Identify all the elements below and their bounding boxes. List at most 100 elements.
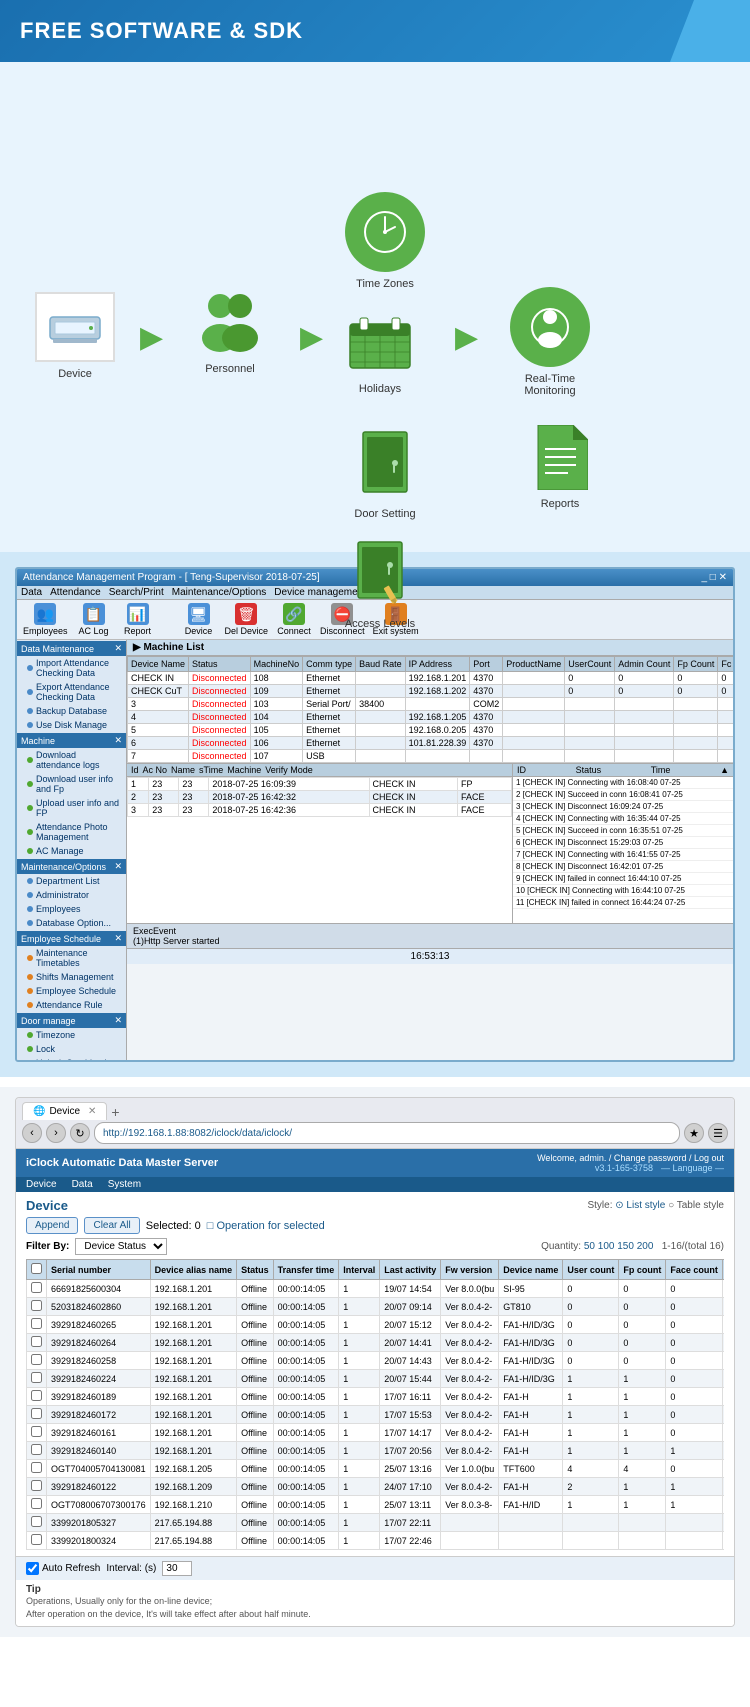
- row-checkbox-cell[interactable]: [27, 1370, 47, 1388]
- new-tab-btn[interactable]: +: [111, 1104, 119, 1120]
- list-item[interactable]: 3399201800324217.65.194.88Offline00:00:1…: [27, 1532, 725, 1550]
- row-checkbox-cell[interactable]: [27, 1460, 47, 1478]
- log-row[interactable]: 123232018-07-25 16:09:39CHECK INFP: [128, 778, 512, 791]
- sidebar-section-machine[interactable]: Machine✕: [17, 733, 126, 748]
- row-checkbox-cell[interactable]: [27, 1424, 47, 1442]
- sidebar-section-data[interactable]: Data Maintenance✕: [17, 641, 126, 656]
- table-row[interactable]: CHECK CuTDisconnected109Ethernet192.168.…: [128, 685, 734, 698]
- row-checkbox[interactable]: [31, 1534, 42, 1545]
- row-checkbox[interactable]: [31, 1300, 42, 1311]
- menu-attendance[interactable]: Attendance: [50, 587, 101, 598]
- row-checkbox-cell[interactable]: [27, 1496, 47, 1514]
- row-checkbox-cell[interactable]: [27, 1334, 47, 1352]
- list-item[interactable]: 3929182460161192.168.1.201Offline00:00:1…: [27, 1424, 725, 1442]
- sidebar-dl-logs[interactable]: Download attendance logs: [17, 748, 126, 772]
- row-checkbox-cell[interactable]: [27, 1478, 47, 1496]
- row-checkbox[interactable]: [31, 1336, 42, 1347]
- qty-150[interactable]: 150: [617, 1241, 634, 1252]
- row-checkbox-cell[interactable]: [27, 1298, 47, 1316]
- sidebar-timetable[interactable]: Maintenance Timetables: [17, 946, 126, 970]
- machine-table-wrapper[interactable]: Device Name Status MachineNo Comm type B…: [127, 656, 733, 763]
- sidebar-db-option[interactable]: Database Option...: [17, 916, 126, 930]
- table-row[interactable]: CHECK INDisconnected108Ethernet192.168.1…: [128, 672, 734, 685]
- row-checkbox[interactable]: [31, 1444, 42, 1455]
- btn-device[interactable]: 🖥 Device: [181, 603, 217, 636]
- row-checkbox-cell[interactable]: [27, 1442, 47, 1460]
- list-item[interactable]: OGT708006707300176192.168.1.210Offline00…: [27, 1496, 725, 1514]
- row-checkbox-cell[interactable]: [27, 1406, 47, 1424]
- nav-menu-system[interactable]: System: [108, 1179, 141, 1190]
- table-row[interactable]: 7Disconnected107USB3204: [128, 750, 734, 763]
- refresh-btn[interactable]: ↻: [70, 1123, 90, 1143]
- menu-maintenance[interactable]: Maintenance/Options: [172, 587, 267, 598]
- sidebar-admin[interactable]: Administrator: [17, 888, 126, 902]
- table-row[interactable]: 3Disconnected103Serial Port/38400COM2: [128, 698, 734, 711]
- sidebar-section-door[interactable]: Door manage✕: [17, 1013, 126, 1028]
- row-checkbox-cell[interactable]: [27, 1532, 47, 1550]
- list-item[interactable]: 3929182460258192.168.1.201Offline00:00:1…: [27, 1352, 725, 1370]
- row-checkbox-cell[interactable]: [27, 1388, 47, 1406]
- url-bar[interactable]: http://192.168.1.88:8082/iclock/data/icl…: [94, 1122, 680, 1144]
- qty-50[interactable]: 50: [584, 1241, 595, 1252]
- menu-search[interactable]: Search/Print: [109, 587, 164, 598]
- qty-100[interactable]: 100: [598, 1241, 615, 1252]
- list-item[interactable]: 3929182460172192.168.1.201Offline00:00:1…: [27, 1406, 725, 1424]
- table-row[interactable]: 5Disconnected105Ethernet192.168.0.205437…: [128, 724, 734, 737]
- forward-btn[interactable]: ›: [46, 1123, 66, 1143]
- sidebar-timezone[interactable]: Timezone: [17, 1028, 126, 1042]
- filter-select[interactable]: Device Status: [75, 1238, 167, 1255]
- list-item[interactable]: 3929182460140192.168.1.201Offline00:00:1…: [27, 1442, 725, 1460]
- table-row[interactable]: 6Disconnected106Ethernet101.81.228.39437…: [128, 737, 734, 750]
- sidebar-att-rule[interactable]: Attendance Rule: [17, 998, 126, 1012]
- table-row[interactable]: 4Disconnected104Ethernet192.168.1.205437…: [128, 711, 734, 724]
- qty-200[interactable]: 200: [637, 1241, 654, 1252]
- btn-connect[interactable]: 🔗 Connect: [276, 603, 312, 636]
- btn-del-device[interactable]: 🗑 Del Device: [225, 603, 269, 636]
- row-checkbox[interactable]: [31, 1318, 42, 1329]
- row-checkbox-cell[interactable]: [27, 1352, 47, 1370]
- append-btn[interactable]: Append: [26, 1217, 78, 1234]
- sidebar-disk[interactable]: Use Disk Manage: [17, 718, 126, 732]
- log-row[interactable]: 223232018-07-25 16:42:32CHECK INFACE: [128, 791, 512, 804]
- row-checkbox-cell[interactable]: [27, 1514, 47, 1532]
- tab-close[interactable]: ✕: [88, 1106, 96, 1117]
- row-checkbox[interactable]: [31, 1354, 42, 1365]
- row-checkbox[interactable]: [31, 1426, 42, 1437]
- tab-employees[interactable]: 👥 Employees: [23, 603, 68, 636]
- bookmark-btn[interactable]: ★: [684, 1123, 704, 1143]
- sidebar-emp-schedule[interactable]: Employee Schedule: [17, 984, 126, 998]
- list-item[interactable]: 3929182460265192.168.1.201Offline00:00:1…: [27, 1316, 725, 1334]
- row-checkbox[interactable]: [31, 1462, 42, 1473]
- row-checkbox[interactable]: [31, 1408, 42, 1419]
- row-checkbox-cell[interactable]: [27, 1280, 47, 1298]
- sidebar-unlock-combo[interactable]: Unlock Combination: [17, 1056, 126, 1060]
- operation-label[interactable]: □ Operation for selected: [207, 1220, 325, 1232]
- row-checkbox[interactable]: [31, 1282, 42, 1293]
- list-style-option[interactable]: ⊙ List style: [615, 1200, 668, 1211]
- sidebar-ac[interactable]: AC Manage: [17, 844, 126, 858]
- interval-input[interactable]: [162, 1561, 192, 1576]
- back-btn[interactable]: ‹: [22, 1123, 42, 1143]
- nav-language[interactable]: — Language —: [661, 1163, 724, 1173]
- sidebar-dl-user[interactable]: Download user info and Fp: [17, 772, 126, 796]
- tab-ac-log[interactable]: 📋 AC Log: [76, 603, 112, 636]
- list-item[interactable]: 3929182460189192.168.1.201Offline00:00:1…: [27, 1388, 725, 1406]
- sidebar-backup[interactable]: Backup Database: [17, 704, 126, 718]
- row-checkbox-cell[interactable]: [27, 1316, 47, 1334]
- nav-menu-data[interactable]: Data: [72, 1179, 93, 1190]
- list-item[interactable]: 66691825600304192.168.1.201Offline00:00:…: [27, 1280, 725, 1298]
- sidebar-lock[interactable]: Lock: [17, 1042, 126, 1056]
- list-item[interactable]: 3929182460122192.168.1.209Offline00:00:1…: [27, 1478, 725, 1496]
- row-checkbox[interactable]: [31, 1480, 42, 1491]
- sidebar-ul-user[interactable]: Upload user info and FP: [17, 796, 126, 820]
- row-checkbox[interactable]: [31, 1516, 42, 1527]
- row-checkbox[interactable]: [31, 1498, 42, 1509]
- table-style-option[interactable]: ○ Table style: [668, 1200, 724, 1211]
- select-all-cb[interactable]: [31, 1263, 42, 1274]
- sidebar-export[interactable]: Export Attendance Checking Data: [17, 680, 126, 704]
- sidebar-import[interactable]: Import Attendance Checking Data: [17, 656, 126, 680]
- sidebar-photo[interactable]: Attendance Photo Management: [17, 820, 126, 844]
- list-item[interactable]: OGT704005704130081192.168.1.205Offline00…: [27, 1460, 725, 1478]
- list-item[interactable]: 3399201805327217.65.194.88Offline00:00:1…: [27, 1514, 725, 1532]
- list-item[interactable]: 3929182460264192.168.1.201Offline00:00:1…: [27, 1334, 725, 1352]
